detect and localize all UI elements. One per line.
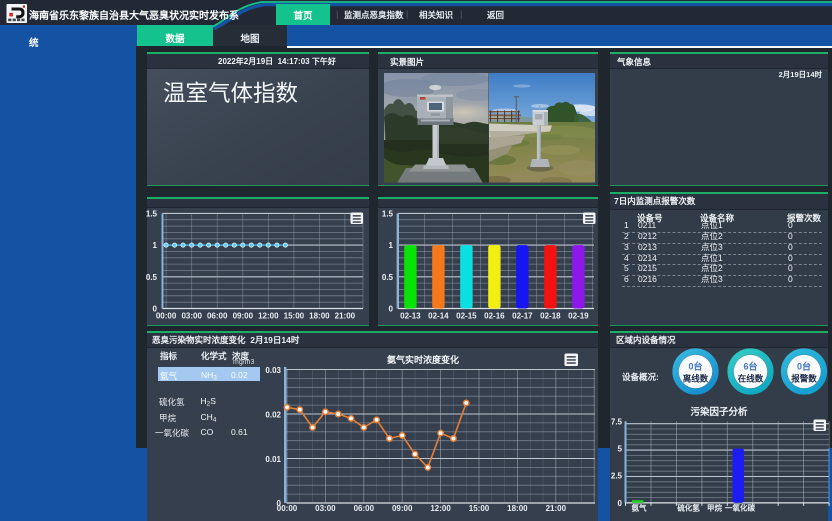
svg-text:02-16: 02-16 [484,312,505,321]
svg-text:6台: 6台 [743,361,757,372]
svg-text:21:00: 21:00 [335,312,356,321]
svg-text:02-18: 02-18 [540,312,561,321]
svg-text:02-15: 02-15 [456,312,477,321]
svg-text:09:00: 09:00 [233,312,254,321]
svg-text:1: 1 [389,241,394,250]
svg-text:02-17: 02-17 [512,312,533,321]
svg-text:0.5: 0.5 [382,273,394,282]
svg-text:06:00: 06:00 [354,504,375,513]
svg-text:硫化氢: 硫化氢 [677,503,700,513]
svg-text:15:00: 15:00 [284,312,305,321]
svg-text:氨气实时浓度变化: 氨气实时浓度变化 [387,354,459,365]
svg-text:06:00: 06:00 [207,312,228,321]
svg-text:0.03: 0.03 [265,366,281,375]
svg-text:氨气: 氨气 [632,503,647,513]
svg-text:1.5: 1.5 [146,209,158,218]
svg-text:0台: 0台 [688,361,702,372]
svg-text:03:00: 03:00 [181,312,202,321]
svg-text:离线数: 离线数 [683,374,709,384]
svg-text:18:00: 18:00 [507,504,528,513]
svg-text:0.5: 0.5 [146,273,158,282]
svg-text:15:00: 15:00 [469,504,490,513]
svg-text:0.02: 0.02 [265,411,281,420]
svg-text:09:00: 09:00 [392,504,413,513]
svg-text:1: 1 [153,241,158,250]
svg-text:00:00: 00:00 [277,504,298,513]
svg-text:0: 0 [618,499,623,508]
svg-text:21:00: 21:00 [546,504,567,513]
svg-text:03:00: 03:00 [315,504,336,513]
svg-text:18:00: 18:00 [309,312,330,321]
svg-text:在线数: 在线数 [738,374,764,384]
svg-text:一氧化碳: 一氧化碳 [725,503,755,513]
svg-text:0台: 0台 [797,361,811,372]
svg-text:甲烷: 甲烷 [707,503,722,513]
svg-text:2.5: 2.5 [611,472,623,481]
svg-text:02-14: 02-14 [428,312,449,321]
svg-text:12:00: 12:00 [430,504,451,513]
svg-text:02-19: 02-19 [568,312,589,321]
svg-text:12:00: 12:00 [258,312,279,321]
svg-text:0.01: 0.01 [265,455,281,464]
svg-text:7.5: 7.5 [611,417,623,426]
svg-text:5: 5 [618,445,623,454]
svg-text:00:00: 00:00 [156,312,177,321]
svg-text:0: 0 [389,305,394,314]
svg-text:1.5: 1.5 [382,209,394,218]
svg-text:02-13: 02-13 [400,312,421,321]
svg-text:报警数: 报警数 [791,374,817,384]
